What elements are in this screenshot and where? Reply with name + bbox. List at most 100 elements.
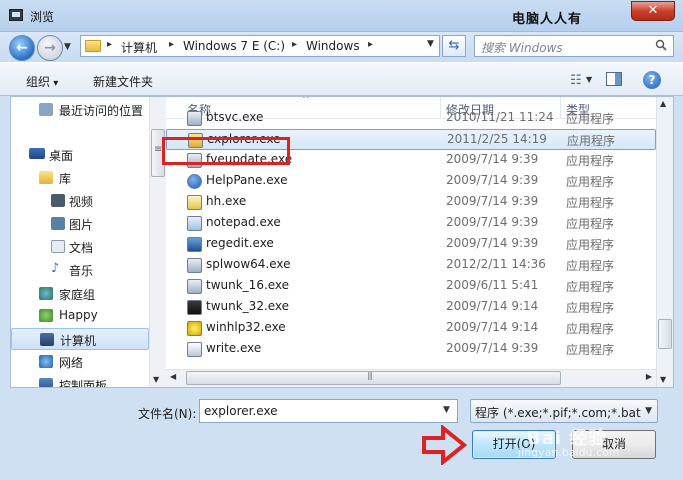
- nav-item-user[interactable]: Happy: [11, 305, 149, 327]
- scroll-left-icon[interactable]: ◀: [170, 372, 176, 381]
- winhelp-icon: [187, 321, 202, 336]
- file-date: 2009/7/14 9:39: [446, 236, 539, 250]
- hscroll-thumb[interactable]: [186, 371, 561, 385]
- filename-dropdown-icon[interactable]: ▼: [443, 405, 450, 415]
- file-date: 2012/2/11 14:36: [446, 257, 546, 271]
- nav-item-desktop[interactable]: 桌面: [11, 144, 149, 166]
- scroll-right-icon[interactable]: ▶: [646, 372, 652, 381]
- nav-item-label: 计算机: [60, 334, 97, 348]
- nav-scroll-thumb[interactable]: [151, 129, 165, 177]
- view-options-icon[interactable]: ☷: [570, 73, 582, 88]
- app-icon: [187, 111, 202, 126]
- file-row[interactable]: HelpPane.exe 2009/7/14 9:39 应用程序: [166, 171, 656, 192]
- file-name: btsvc.exe: [206, 110, 264, 124]
- back-button[interactable]: ←: [9, 35, 35, 61]
- file-date: 2009/7/14 9:39: [446, 341, 539, 355]
- organize-button[interactable]: 组织: [26, 73, 58, 90]
- file-row[interactable]: write.exe 2009/7/14 9:39 应用程序: [166, 339, 656, 360]
- file-type: 应用程序: [566, 238, 615, 252]
- nav-item-homegroup[interactable]: 家庭组: [11, 283, 149, 305]
- address-bar[interactable]: ▸ 计算机 ▸ Windows 7 E (C:) ▸ Windows ▸: [80, 35, 440, 57]
- pictures-icon: [51, 217, 65, 230]
- file-row[interactable]: btsvc.exe 2010/11/21 11:24 应用程序: [166, 108, 656, 129]
- file-name: write.exe: [206, 341, 262, 355]
- breadcrumb-drive[interactable]: Windows 7 E (C:): [183, 39, 285, 53]
- help-icon[interactable]: ?: [643, 71, 661, 89]
- filename-label: 文件名(N):: [138, 407, 197, 421]
- file-name: regedit.exe: [206, 236, 274, 250]
- breadcrumb-separator-icon[interactable]: ▸: [169, 39, 174, 50]
- address-dropdown-icon[interactable]: ▼: [427, 39, 434, 49]
- history-dropdown-icon[interactable]: ▼: [64, 42, 71, 52]
- scroll-up-icon[interactable]: ▲: [660, 99, 666, 108]
- scroll-down-icon[interactable]: ▼: [153, 375, 159, 384]
- file-type-value: 程序 (*.exe;*.pif;*.com;*.bat;*.: [475, 406, 641, 420]
- file-name: fveupdate.exe: [206, 152, 293, 166]
- file-type: 应用程序: [566, 322, 615, 336]
- breadcrumb-separator-icon[interactable]: ▸: [368, 39, 373, 50]
- file-row[interactable]: explorer.exe 2011/2/25 14:19 应用程序: [166, 129, 656, 150]
- file-row[interactable]: notepad.exe 2009/7/14 9:39 应用程序: [166, 213, 656, 234]
- close-button[interactable]: ✕: [631, 1, 675, 21]
- preview-pane-icon[interactable]: [606, 72, 622, 86]
- new-folder-button[interactable]: 新建文件夹: [93, 73, 153, 90]
- search-placeholder: 搜索 Windows: [481, 41, 563, 55]
- libraries-icon: [39, 171, 53, 184]
- view-dropdown-icon[interactable]: ▼: [586, 75, 592, 84]
- nav-item-music[interactable]: ♪ 音乐: [11, 259, 149, 281]
- nav-item-label: 控制面板: [59, 379, 108, 387]
- help-icon: [187, 174, 202, 189]
- watermark-title: 电脑人人有: [512, 12, 583, 27]
- file-type: 应用程序: [566, 259, 615, 273]
- nav-item-documents[interactable]: 文档: [11, 236, 149, 258]
- nav-item-videos[interactable]: 视频: [11, 190, 149, 212]
- file-row[interactable]: hh.exe 2009/7/14 9:39 应用程序: [166, 192, 656, 213]
- scroll-down-icon[interactable]: ▼: [660, 375, 666, 384]
- file-date: 2009/7/14 9:39: [446, 173, 539, 187]
- nav-item-label: Happy: [59, 308, 98, 322]
- file-row[interactable]: winhlp32.exe 2009/7/14 9:14 应用程序: [166, 318, 656, 339]
- file-row[interactable]: splwow64.exe 2012/2/11 14:36 应用程序: [166, 255, 656, 276]
- search-icon[interactable]: [655, 39, 667, 51]
- cancel-button[interactable]: 取消: [572, 430, 656, 459]
- file-type: 应用程序: [566, 154, 615, 168]
- address-row: ← → ▼ ▸ 计算机 ▸ Windows 7 E (C:) ▸ Windows…: [0, 32, 683, 62]
- file-row[interactable]: twunk_16.exe 2009/6/11 5:41 应用程序: [166, 276, 656, 297]
- network-icon: [39, 355, 53, 368]
- documents-icon: [51, 240, 65, 253]
- nav-item-libraries[interactable]: 库: [11, 167, 149, 189]
- nav-item-network[interactable]: 网络: [11, 351, 149, 373]
- file-type-select[interactable]: 程序 (*.exe;*.pif;*.com;*.bat;*. ▼: [470, 399, 658, 423]
- breadcrumb-windows[interactable]: Windows: [306, 39, 360, 53]
- title-bar: 浏览 电脑人人有 ✕: [0, 0, 683, 32]
- file-list-vscrollbar[interactable]: ▲ ▼: [656, 97, 673, 387]
- filename-input[interactable]: explorer.exe: [199, 399, 458, 423]
- file-type: 应用程序: [566, 112, 615, 126]
- file-type: 应用程序: [566, 196, 615, 210]
- file-list-hscrollbar[interactable]: ◀ ▶: [166, 369, 656, 387]
- nav-scrollbar[interactable]: ▼: [149, 97, 166, 387]
- nav-item-pictures[interactable]: 图片: [11, 213, 149, 235]
- breadcrumb-separator-icon[interactable]: ▸: [292, 39, 297, 50]
- nav-item-recent[interactable]: 最近访问的位置: [11, 99, 149, 121]
- nav-item-computer[interactable]: 计算机: [11, 328, 149, 350]
- open-button[interactable]: 打开(O): [472, 430, 556, 459]
- breadcrumb-computer[interactable]: 计算机: [121, 39, 157, 56]
- toolbar: 组织 新建文件夹 ☷ ▼ ?: [0, 62, 683, 96]
- nav-item-label: 文档: [69, 241, 94, 255]
- file-date: 2010/11/21 11:24: [446, 110, 554, 124]
- breadcrumb-separator-icon[interactable]: ▸: [107, 39, 112, 50]
- file-row[interactable]: twunk_32.exe 2009/7/14 9:14 应用程序: [166, 297, 656, 318]
- file-row[interactable]: fveupdate.exe 2009/7/14 9:39 应用程序: [166, 150, 656, 171]
- refresh-button[interactable]: ⇆: [442, 35, 466, 57]
- nav-item-control-panel[interactable]: 控制面板: [11, 374, 149, 387]
- file-list-scroll-thumb[interactable]: [658, 319, 672, 349]
- search-input[interactable]: 搜索 Windows: [474, 35, 674, 57]
- app-icon: [187, 258, 202, 273]
- recent-places-icon: [39, 103, 53, 116]
- forward-button[interactable]: →: [37, 35, 63, 61]
- file-name: twunk_32.exe: [206, 299, 290, 313]
- app-icon: [187, 279, 202, 294]
- file-row[interactable]: regedit.exe 2009/7/14 9:39 应用程序: [166, 234, 656, 255]
- file-type: 应用程序: [566, 343, 615, 357]
